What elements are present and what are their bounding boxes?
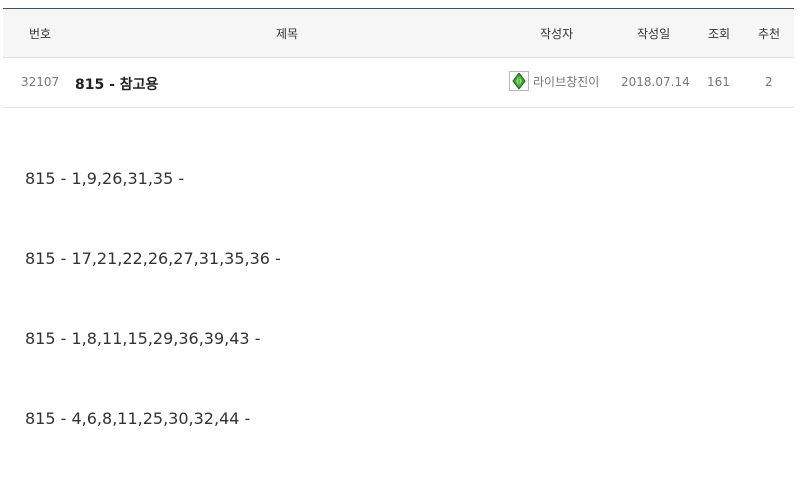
content-line: 815 - 1,9,26,31,35 - bbox=[25, 169, 185, 188]
post-author-name[interactable]: 라이브창진이 bbox=[533, 73, 599, 90]
post-author[interactable]: 라이브창진이 bbox=[509, 71, 599, 91]
post-recommend: 2 bbox=[765, 75, 773, 89]
post-number: 32107 bbox=[21, 75, 60, 89]
content-line: 815 - 1,8,11,15,29,36,39,43 - bbox=[25, 329, 261, 348]
header-number: 번호 bbox=[29, 27, 52, 41]
header-title: 제목 bbox=[276, 27, 299, 41]
post-info-row: 32107 815 - 참고용 라이브창진이 2018.07.14 161 2 bbox=[3, 57, 794, 108]
header-views: 조회 bbox=[708, 27, 731, 41]
post-content: 815 - 1,9,26,31,35 - 815 - 17,21,22,26,2… bbox=[25, 168, 785, 488]
content-line: 815 - 4,6,8,11,25,30,32,44 - bbox=[25, 409, 251, 428]
board-view: 번호 제목 작성자 작성일 조회 추천 32107 815 - 참고용 라이브창… bbox=[0, 0, 804, 495]
header-author: 작성자 bbox=[540, 27, 574, 41]
green-gem-level-icon bbox=[509, 71, 529, 91]
post-views: 161 bbox=[707, 75, 730, 89]
table-header: 번호 제목 작성자 작성일 조회 추천 bbox=[3, 8, 794, 58]
post-title[interactable]: 815 - 참고용 bbox=[75, 74, 158, 94]
post-date: 2018.07.14 bbox=[621, 75, 690, 89]
header-recommend: 추천 bbox=[758, 27, 781, 41]
header-date: 작성일 bbox=[637, 27, 671, 41]
content-line: 815 - 17,21,22,26,27,31,35,36 - bbox=[25, 249, 281, 268]
